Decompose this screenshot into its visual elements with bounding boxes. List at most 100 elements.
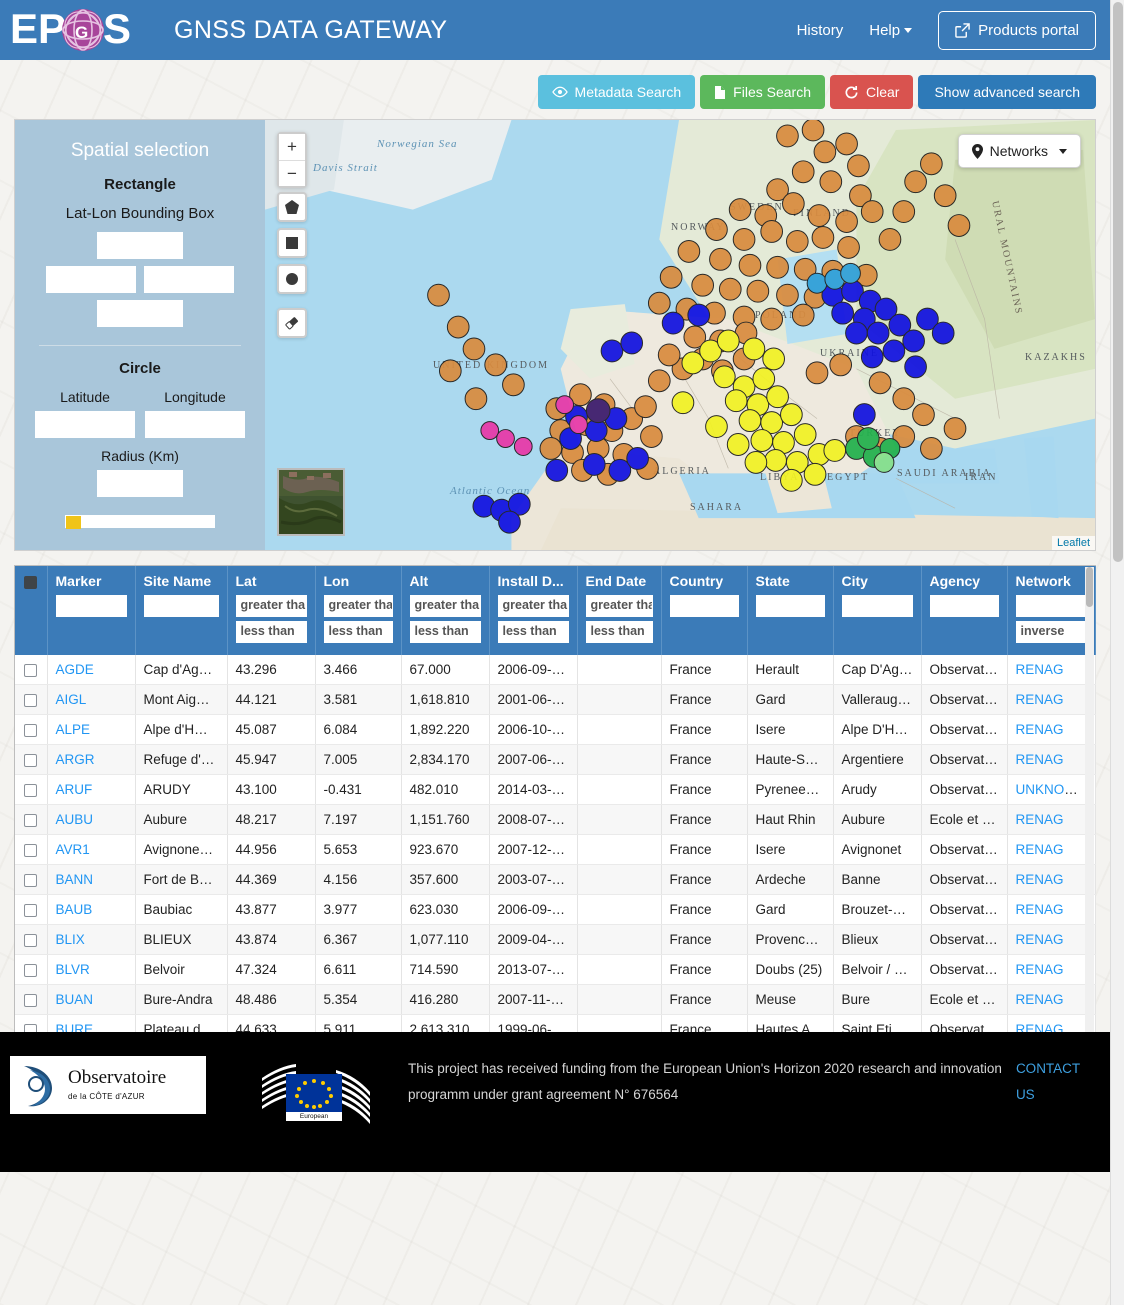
network-link[interactable]: RENAG (1016, 932, 1064, 947)
filter-alt-less[interactable]: less than (409, 621, 481, 643)
cell-marker[interactable]: BANN (47, 864, 136, 895)
bbox-east-input[interactable] (144, 266, 234, 293)
column-header-country[interactable]: Country (661, 566, 748, 655)
cell-marker[interactable]: BLVR (47, 954, 136, 985)
bbox-south-input[interactable] (97, 300, 183, 327)
latitude-input[interactable] (35, 411, 135, 438)
filter-agency[interactable] (929, 595, 999, 617)
column-header-state[interactable]: State (747, 566, 834, 655)
map-station-markers[interactable] (265, 120, 1095, 550)
table-row[interactable]: BLVR Belvoir 47.324 6.611 714.590 2013-07-… Fr… (15, 954, 1096, 985)
cell-network[interactable]: RENAG (1007, 744, 1096, 775)
row-select-cell[interactable] (15, 804, 48, 835)
bbox-north-input[interactable] (97, 232, 183, 259)
marker-link[interactable]: BAUB (56, 902, 93, 917)
zoom-out-button[interactable]: − (279, 160, 305, 186)
cell-network[interactable]: RENAG (1007, 924, 1096, 955)
nav-history-link[interactable]: History (797, 22, 844, 39)
filter-network[interactable] (1015, 595, 1087, 617)
nav-help-dropdown[interactable]: Help (869, 22, 913, 39)
cell-network[interactable]: RENAG (1007, 864, 1096, 895)
filter-lon-greater[interactable]: greater than (323, 595, 393, 617)
leaflet-attribution[interactable]: Leaflet (1051, 536, 1095, 550)
brand[interactable]: EP G S GNSS DATA GATEWAY (10, 7, 448, 53)
row-select-cell[interactable] (15, 655, 48, 685)
draw-polygon-button[interactable] (277, 192, 307, 222)
column-header-alt[interactable]: Alt greater than less than (401, 566, 490, 655)
marker-link[interactable]: BLVR (56, 962, 90, 977)
row-select-cell[interactable] (15, 714, 48, 745)
cell-marker[interactable]: ARGR (47, 744, 136, 775)
table-row[interactable]: ALPE Alpe d'H… 45.087 6.084 1,892.220 2006-10… (15, 714, 1096, 745)
radius-slider-knob[interactable] (66, 516, 81, 529)
marker-link[interactable]: BUAN (56, 992, 94, 1007)
cell-marker[interactable]: BUAN (47, 984, 136, 1015)
filter-lon-less[interactable]: less than (323, 621, 393, 643)
metadata-search-button[interactable]: Metadata Search (537, 75, 696, 109)
table-row[interactable]: ARUF ARUDY 43.100 -0.431 482.010 2014-03-… Fra… (15, 774, 1096, 805)
cell-network[interactable]: RENAG (1007, 655, 1096, 685)
cell-network[interactable]: RENAG (1007, 714, 1096, 745)
table-row[interactable]: AVR1 Avignone… 44.956 5.653 923.670 2007-12-…… (15, 834, 1096, 865)
marker-link[interactable]: AIGL (56, 692, 87, 707)
column-header-marker[interactable]: Marker (47, 566, 136, 655)
table-row[interactable]: BUAN Bure-Andra 48.486 5.354 416.280 2007-11-… (15, 984, 1096, 1015)
row-checkbox[interactable] (24, 753, 38, 767)
products-portal-button[interactable]: Products portal (938, 10, 1096, 50)
window-scrollbar[interactable] (1110, 0, 1124, 1305)
row-checkbox[interactable] (24, 813, 38, 827)
cell-marker[interactable]: AUBU (47, 804, 136, 835)
filter-city[interactable] (841, 595, 913, 617)
table-row[interactable]: ARGR Refuge d'… 45.947 7.005 2,834.170 2007-0… (15, 744, 1096, 775)
cell-network[interactable]: UNKNOWN (1007, 774, 1096, 805)
table-row[interactable]: AUBU Aubure 48.217 7.197 1,151.760 2008-07-… F… (15, 804, 1096, 835)
network-link[interactable]: UNKNOWN (1016, 782, 1087, 797)
cell-network[interactable]: RENAG (1007, 954, 1096, 985)
table-row[interactable]: BANN Fort de B… 44.369 4.156 357.600 2003-07-… (15, 864, 1096, 895)
marker-link[interactable]: AVR1 (56, 842, 90, 857)
cell-marker[interactable]: ARUF (47, 774, 136, 805)
network-link[interactable]: RENAG (1016, 842, 1064, 857)
filter-site-name[interactable] (143, 595, 219, 617)
contact-us-link[interactable]: CONTACT US (1016, 1056, 1086, 1107)
filter-install-greater[interactable]: greater than (497, 595, 569, 617)
row-checkbox[interactable] (24, 783, 38, 797)
table-row[interactable]: AIGL Mont Aig… 44.121 3.581 1,618.810 2001-06… (15, 684, 1096, 715)
advanced-search-button[interactable]: Show advanced search (918, 75, 1096, 109)
map-zoom-control[interactable]: + − (277, 132, 307, 188)
network-link[interactable]: RENAG (1016, 722, 1064, 737)
column-header-agency[interactable]: Agency (921, 566, 1008, 655)
network-link[interactable]: RENAG (1016, 812, 1064, 827)
filter-marker[interactable] (55, 595, 127, 617)
filter-install-less[interactable]: less than (497, 621, 569, 643)
cell-network[interactable]: RENAG (1007, 984, 1096, 1015)
filter-state[interactable] (755, 595, 825, 617)
cell-marker[interactable]: ALPE (47, 714, 136, 745)
filter-end-less[interactable]: less than (585, 621, 653, 643)
marker-link[interactable]: ARUF (56, 782, 93, 797)
draw-circle-button[interactable] (277, 264, 307, 294)
marker-link[interactable]: ARGR (56, 752, 95, 767)
row-checkbox[interactable] (24, 843, 38, 857)
row-checkbox[interactable] (24, 723, 38, 737)
marker-link[interactable]: AGDE (56, 662, 94, 677)
draw-rectangle-button[interactable] (277, 228, 307, 258)
column-header-city[interactable]: City (833, 566, 922, 655)
row-checkbox[interactable] (24, 993, 38, 1007)
network-link[interactable]: RENAG (1016, 662, 1064, 677)
column-header-lon[interactable]: Lon greater than less than (315, 566, 402, 655)
row-checkbox[interactable] (24, 663, 38, 677)
filter-network-inverse[interactable]: inverse (1015, 621, 1087, 643)
column-header-lat[interactable]: Lat greater than less than (227, 566, 316, 655)
filter-country[interactable] (669, 595, 739, 617)
table-row[interactable]: AGDE Cap d'Ag… 43.296 3.466 67.000 2006-09-… F… (15, 655, 1096, 685)
row-select-cell[interactable] (15, 954, 48, 985)
row-checkbox[interactable] (24, 903, 38, 917)
filter-lat-less[interactable]: less than (235, 621, 307, 643)
select-all-header[interactable] (15, 566, 48, 655)
column-header-install-date[interactable]: Install D... greater than less than (489, 566, 578, 655)
cell-marker[interactable]: AIGL (47, 684, 136, 715)
filter-lat-greater[interactable]: greater than (235, 595, 307, 617)
window-scrollbar-thumb[interactable] (1113, 2, 1123, 562)
row-checkbox[interactable] (24, 693, 38, 707)
